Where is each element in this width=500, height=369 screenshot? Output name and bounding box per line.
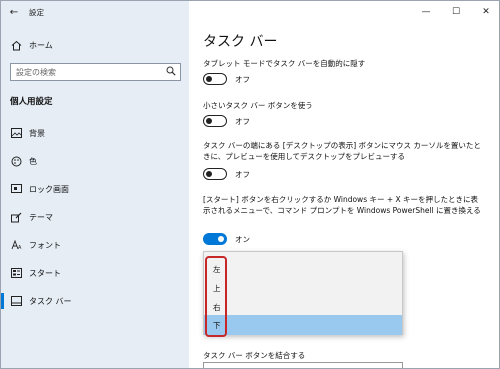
toggle-row: オフ — [203, 115, 250, 127]
search-input[interactable] — [16, 67, 156, 77]
combine-buttons-select[interactable] — [203, 362, 403, 368]
toggle-state-label: オフ — [235, 169, 250, 179]
taskbar-location-dropdown: 左 上 右 下 — [203, 251, 403, 335]
home-icon — [10, 39, 22, 51]
peek-preview-toggle[interactable] — [203, 168, 227, 180]
annotation-highlight — [205, 256, 227, 337]
theme-brush-icon — [10, 211, 22, 223]
sidebar-item-label: タスク バー — [29, 296, 72, 306]
sidebar-item-background[interactable]: 背景 — [1, 122, 189, 144]
toggle-row: オフ — [203, 73, 250, 85]
window-controls: — ☐ ✕ — [411, 1, 499, 23]
sidebar-item-label: ホーム — [29, 40, 53, 50]
minimize-icon: — — [421, 7, 431, 17]
close-button[interactable]: ✕ — [471, 1, 499, 23]
settings-window: ← 設定 ホーム 個人用設定 背景 色 — [0, 0, 500, 369]
dropdown-option-top[interactable]: 上 — [204, 278, 402, 298]
start-icon — [10, 267, 22, 279]
sidebar-item-label: 背景 — [29, 128, 45, 138]
sidebar-item-taskbar[interactable]: タスク バー — [1, 290, 189, 312]
sidebar-item-fonts[interactable]: A フォント — [1, 234, 189, 256]
dropdown-option-bottom[interactable]: 下 — [204, 315, 402, 335]
toggle-state-label: オン — [235, 234, 250, 244]
sidebar-item-label: テーマ — [29, 212, 53, 222]
small-buttons-toggle[interactable] — [203, 115, 227, 127]
toggle-knob — [206, 170, 212, 177]
sidebar-item-themes[interactable]: テーマ — [1, 206, 189, 228]
sidebar-item-label: フォント — [29, 240, 61, 250]
setting-description: [スタート] ボタンを右クリックするか Windows キー + X キーを押し… — [203, 195, 481, 215]
toggle-knob — [206, 117, 212, 124]
lock-screen-icon — [10, 183, 22, 195]
sidebar-item-start[interactable]: スタート — [1, 262, 189, 284]
toggle-knob — [218, 235, 224, 242]
setting-description: タブレット モードでタスク バーを自動的に隠す — [203, 59, 366, 68]
app-title: 設定 — [29, 7, 44, 17]
maximize-icon: ☐ — [451, 7, 461, 17]
search-box[interactable] — [10, 63, 181, 81]
main-content: — ☐ ✕ タスク バー タブレット モードでタスク バーを自動的に隠す オフ … — [189, 1, 499, 368]
powershell-toggle[interactable] — [203, 233, 227, 245]
sidebar-item-lock-screen[interactable]: ロック画面 — [1, 178, 189, 200]
palette-icon — [10, 155, 22, 167]
page-title: タスク バー — [203, 34, 278, 50]
sidebar-item-label: 色 — [29, 156, 37, 166]
sidebar-item-home[interactable]: ホーム — [1, 34, 189, 56]
toggle-state-label: オフ — [235, 74, 250, 84]
taskbar-icon — [10, 295, 22, 307]
setting-description: 小さいタスク バー ボタンを使う — [203, 101, 313, 110]
minimize-button[interactable]: — — [411, 1, 441, 23]
back-button[interactable]: ← — [1, 1, 27, 23]
titlebar: ← 設定 — [1, 1, 189, 23]
dropdown-option-right[interactable]: 右 — [204, 297, 402, 317]
toggle-state-label: オフ — [235, 116, 250, 126]
image-icon — [10, 127, 22, 139]
sidebar-item-label: ロック画面 — [29, 184, 69, 194]
svg-text:A: A — [18, 245, 22, 250]
toggle-row: オフ — [203, 168, 250, 180]
tablet-autohide-toggle[interactable] — [203, 73, 227, 85]
sidebar-item-label: スタート — [29, 268, 61, 278]
sidebar: ← 設定 ホーム 個人用設定 背景 色 — [1, 1, 189, 368]
active-indicator — [1, 293, 4, 309]
setting-description: タスク バーの端にある [デスクトップの表示] ボタンにマウス カーソルを置いた… — [203, 141, 481, 161]
font-icon: A — [10, 239, 22, 251]
sidebar-item-color[interactable]: 色 — [1, 150, 189, 172]
toggle-knob — [206, 75, 212, 82]
close-icon: ✕ — [482, 7, 490, 17]
back-arrow-icon: ← — [9, 6, 19, 18]
section-heading: 個人用設定 — [10, 97, 53, 107]
toggle-row: オン — [203, 233, 250, 245]
maximize-button[interactable]: ☐ — [441, 1, 471, 23]
combine-buttons-label: タスク バー ボタンを結合する — [203, 351, 306, 360]
search-icon[interactable] — [166, 66, 176, 78]
dropdown-option-left[interactable]: 左 — [204, 259, 402, 279]
